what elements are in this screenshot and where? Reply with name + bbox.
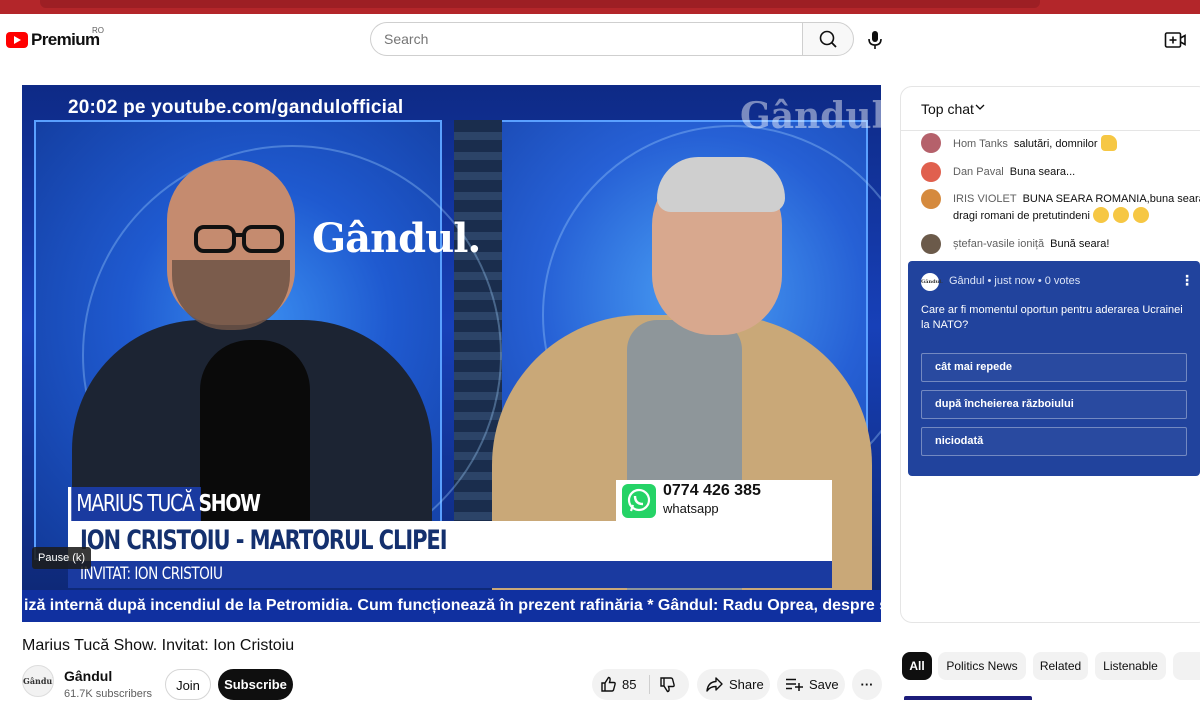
save-label: Save	[809, 677, 839, 692]
pause-tooltip: Pause (k)	[32, 547, 92, 569]
save-to-playlist-icon	[786, 678, 803, 691]
show-name-bold: SHOW	[198, 491, 261, 517]
guest-line: INVITAT: ION CRISTOIU	[80, 564, 223, 584]
studio-logo: Gândul.	[312, 215, 481, 262]
poll-option[interactable]: cât mai repede	[921, 353, 1187, 382]
chat-author[interactable]: IRIS VIOLET	[953, 193, 1017, 205]
logo-text: Premium	[31, 30, 100, 49]
country-code: RO	[92, 26, 104, 35]
chips-next-partial[interactable]	[1173, 652, 1200, 680]
youtube-premium-logo[interactable]: Premium RO	[6, 26, 104, 50]
poll-question: Care ar fi momentul oportun pentru adera…	[921, 304, 1183, 331]
like-icon[interactable]	[600, 676, 617, 693]
search-button[interactable]	[802, 22, 854, 56]
dislike-icon[interactable]	[659, 676, 676, 693]
channel-avatar[interactable]: Gândul.	[22, 665, 54, 697]
smile-emoji-icon	[1093, 207, 1110, 223]
join-button[interactable]: Join	[165, 669, 211, 700]
segment-title-bar: ION CRISTOIU - MARTORUL CLIPEI	[68, 521, 832, 561]
avatar[interactable]	[921, 234, 941, 254]
chip-all[interactable]: All	[902, 652, 932, 680]
chip-listenable[interactable]: Listenable	[1095, 652, 1166, 680]
channel-name[interactable]: Gândul	[64, 668, 112, 684]
chat-message-body: Dan Paval Buna seara...	[953, 164, 1200, 180]
subscriber-count: 61.7K subscribers	[64, 688, 153, 700]
chevron-down-icon[interactable]	[975, 102, 985, 112]
poll-more-icon[interactable]: ⋮	[1180, 272, 1194, 289]
show-name-regular: MARIUS TUCĂ	[76, 491, 199, 517]
poll-option[interactable]: după încheierea războiului	[921, 390, 1187, 419]
guest-hair	[657, 157, 785, 212]
smile-emoji-icon	[1113, 207, 1130, 223]
poll-meta: Gândul • just now • 0 votes	[949, 275, 1081, 287]
youtube-play-icon	[6, 32, 28, 48]
channel-watermark: Gândul	[740, 95, 881, 137]
masthead: Premium RO	[0, 14, 1200, 70]
chat-text: Buna seara...	[1009, 166, 1076, 178]
chat-poll: Gândul. Gândul • just now • 0 votes ⋮ Ca…	[908, 261, 1200, 476]
video-title: Marius Tucă Show. Invitat: Ion Cristoiu	[22, 637, 295, 654]
news-ticker: iză internă după incendiul de la Petromi…	[22, 590, 881, 622]
browser-top-strip	[0, 0, 1200, 14]
chip-related[interactable]: Related	[1033, 652, 1088, 680]
whatsapp-box: 0774 426 385 whatsapp	[616, 480, 832, 521]
more-actions-button[interactable]: ···	[852, 669, 882, 700]
chat-mode-label[interactable]: Top chat	[921, 101, 974, 117]
whatsapp-number: 0774 426 385	[663, 482, 761, 499]
chat-text: salutări, domnilor	[1013, 138, 1098, 150]
host-glasses	[194, 225, 284, 253]
chat-text: Bună seara!	[1050, 238, 1110, 250]
whatsapp-icon	[622, 484, 656, 518]
mic-icon[interactable]	[866, 29, 884, 51]
avatar[interactable]	[921, 162, 941, 182]
share-button[interactable]: Share	[697, 669, 770, 700]
chat-message-body: ștefan-vasile ioniță Bună seara!	[953, 236, 1200, 252]
like-divider	[649, 675, 650, 694]
poll-option[interactable]: niciodată	[921, 427, 1187, 456]
search-icon	[819, 30, 837, 48]
avatar[interactable]	[921, 189, 941, 209]
search-input[interactable]	[370, 22, 803, 56]
search-box	[370, 22, 854, 56]
create-icon[interactable]	[1164, 30, 1186, 50]
subscribe-button[interactable]: Subscribe	[218, 669, 293, 700]
avatar[interactable]	[921, 133, 941, 153]
share-label: Share	[729, 677, 764, 692]
smile-emoji-icon	[1133, 207, 1150, 223]
chat-message-body: IRIS VIOLET BUNA SEARA ROMANIA,buna seara…	[953, 191, 1200, 224]
share-icon	[706, 677, 723, 692]
segment-title: ION CRISTOIU - MARTORUL CLIPEI	[80, 525, 448, 556]
save-button[interactable]: Save	[777, 669, 845, 700]
like-count[interactable]: 85	[622, 669, 636, 700]
thumbs-up-emoji-icon	[1100, 135, 1117, 151]
live-chat: Top chat ⋮ Hom Tanks salutări, domnilor D…	[900, 86, 1200, 623]
whatsapp-label: whatsapp	[663, 501, 719, 516]
browser-tab-bar	[40, 0, 1040, 8]
recommended-thumbnail[interactable]	[904, 696, 1032, 700]
guest-bar: INVITAT: ION CRISTOIU	[68, 561, 832, 588]
chat-author[interactable]: Hom Tanks	[953, 138, 1008, 150]
chat-author[interactable]: ștefan-vasile ioniță	[953, 238, 1044, 250]
like-dislike-group: 85	[592, 669, 689, 700]
video-player[interactable]: Gândul Gândul. 20:02 pe youtube.com/gand…	[22, 85, 881, 622]
poll-avatar: Gândul.	[921, 273, 943, 291]
clock-overlay: 20:02 pe youtube.com/gandulofficial	[68, 97, 404, 118]
chat-header: Top chat ⋮	[901, 87, 1200, 131]
chip-politics-news[interactable]: Politics News	[938, 652, 1026, 680]
show-name-bar: MARIUS TUCĂ SHOW	[68, 487, 261, 521]
chat-message-body: Hom Tanks salutări, domnilor	[953, 135, 1200, 152]
chat-more-icon[interactable]: ⋮	[1195, 99, 1200, 119]
chat-author[interactable]: Dan Paval	[953, 166, 1004, 178]
